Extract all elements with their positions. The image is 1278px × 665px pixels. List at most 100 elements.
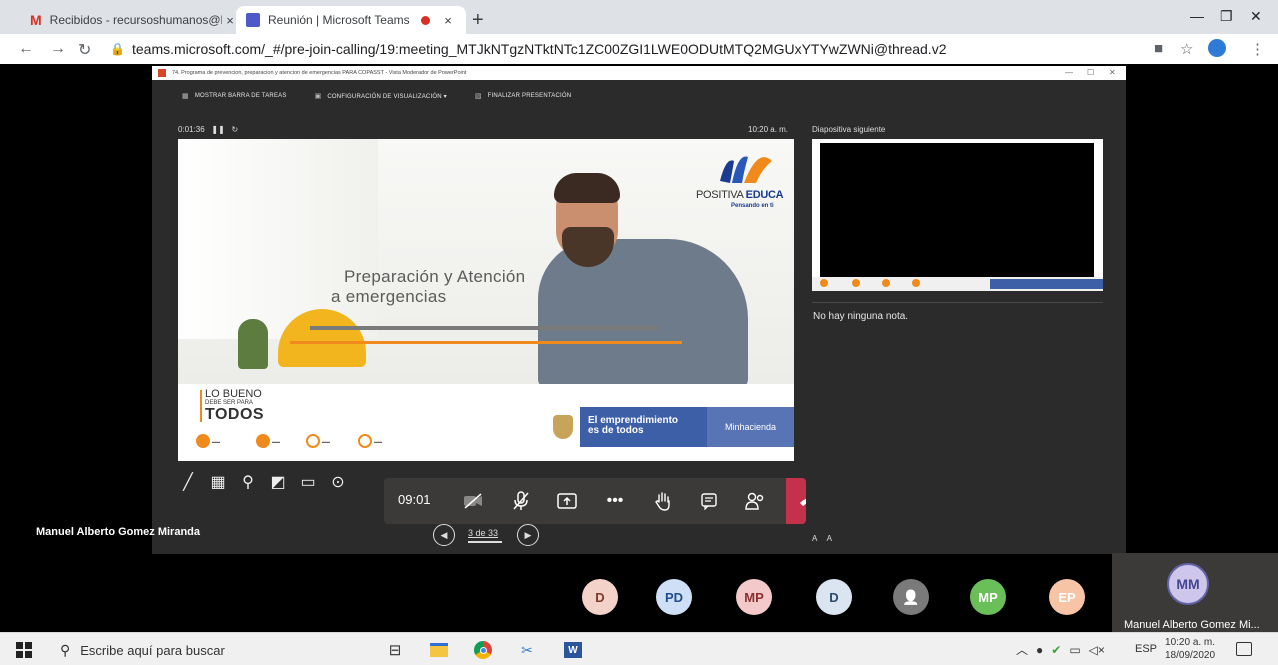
url-bar[interactable]: 🔒 teams.microsoft.com/_#/pre-join-callin… xyxy=(110,37,1110,61)
participant-initials: D xyxy=(595,589,605,605)
shield-tray-icon[interactable]: ✔ xyxy=(1051,643,1061,657)
end-show-label: FINALIZAR PRESENTACIÓN xyxy=(487,93,572,99)
black-screen-icon[interactable]: ◩ xyxy=(268,472,288,492)
chat-icon[interactable] xyxy=(694,486,724,516)
font-size-controls[interactable]: A A xyxy=(812,534,836,543)
tab-gmail[interactable]: M Recibidos - recursoshumanos@h × xyxy=(20,6,248,34)
word-icon[interactable]: W xyxy=(562,639,584,661)
slide-counter[interactable]: 3 de 33 xyxy=(468,528,498,538)
pause-icon[interactable]: ❚❚ xyxy=(211,125,224,134)
tab-teams-title: Reunión | Microsoft Teams xyxy=(268,13,410,27)
next-slide-social-dot xyxy=(820,279,828,287)
next-slide-social-dot xyxy=(882,279,890,287)
participant-avatar[interactable]: 👤 xyxy=(893,579,929,615)
next-slide-icon[interactable]: ▶ xyxy=(517,524,539,546)
file-explorer-icon[interactable] xyxy=(428,639,450,661)
tray-chevron-icon[interactable]: ︿ xyxy=(1016,641,1028,658)
zoom-icon[interactable]: ⚲ xyxy=(238,472,258,492)
next-slide-label: Diapositiva siguiente xyxy=(812,125,886,134)
self-name: Manuel Alberto Gomez Mi... xyxy=(1124,619,1260,631)
subtitles-icon[interactable]: ▭ xyxy=(298,472,318,492)
task-view-icon[interactable]: ⊟ xyxy=(384,639,406,661)
participant-avatar[interactable]: D xyxy=(582,579,618,615)
ministry-label: Minhacienda xyxy=(707,407,794,447)
gov-banner: El emprendimiento es de todos Minhaciend… xyxy=(545,407,794,447)
more-actions-icon[interactable]: ••• xyxy=(600,486,630,516)
presentation-timer: 0:01:36 ❚❚ ↻ xyxy=(178,125,238,134)
participant-avatar[interactable]: MP xyxy=(970,579,1006,615)
ppt-minimize-icon[interactable]: — xyxy=(1065,68,1073,77)
restore-icon[interactable]: ❐ xyxy=(1220,8,1233,25)
camera-icon[interactable]: ■ xyxy=(1154,40,1163,57)
tab-close-icon[interactable]: × xyxy=(440,13,456,28)
taskbar-icon: ▦ xyxy=(182,93,189,100)
ppt-close-icon[interactable]: ✕ xyxy=(1109,68,1116,77)
share-screen-icon[interactable] xyxy=(552,486,582,516)
slide-person-body xyxy=(538,239,748,389)
end-show-button[interactable]: ▧ FINALIZAR PRESENTACIÓN xyxy=(475,92,571,100)
camera-off-icon[interactable] xyxy=(458,486,488,516)
close-window-icon[interactable]: ✕ xyxy=(1250,8,1262,25)
current-slide: Preparación y Atención a emergencias POS… xyxy=(178,139,794,461)
search-icon: ⚲ xyxy=(60,641,71,658)
reset-timer-icon[interactable]: ↻ xyxy=(231,125,238,134)
snipping-tool-icon[interactable]: ✂ xyxy=(516,639,538,661)
windows-start-icon[interactable] xyxy=(16,642,32,658)
display-settings-label: CONFIGURACIÓN DE VISUALIZACIÓN ▾ xyxy=(327,93,447,100)
next-slide-social-dot xyxy=(852,279,860,287)
next-slide-preview[interactable] xyxy=(812,139,1103,291)
notification-center-icon[interactable] xyxy=(1236,642,1252,656)
menu-kebab-icon[interactable]: ⋮ xyxy=(1250,40,1265,58)
reload-icon[interactable]: ↻ xyxy=(78,40,91,60)
pen-icon[interactable]: ╱ xyxy=(178,472,198,492)
taskbar-time: 10:20 a. m. xyxy=(1165,637,1216,648)
ppt-maximize-icon[interactable]: ☐ xyxy=(1087,68,1094,77)
slogan-line1: LO BUENO xyxy=(205,388,262,400)
previous-slide-icon[interactable]: ◀ xyxy=(433,524,455,546)
all-slides-icon[interactable]: ▦ xyxy=(208,472,228,492)
colombia-crest-icon xyxy=(545,407,580,447)
next-slide-redacted-area xyxy=(820,143,1094,277)
youtube-icon: ▬▬ xyxy=(306,434,330,448)
participant-avatar[interactable]: PD xyxy=(656,579,692,615)
slide-plant xyxy=(238,319,268,369)
tab-teams[interactable]: Reunión | Microsoft Teams × xyxy=(236,6,466,34)
ppt-title-bar: 74. Programa de prevencion, preparacion … xyxy=(152,66,1126,80)
participant-avatar[interactable]: EP xyxy=(1049,579,1085,615)
forward-icon[interactable]: → xyxy=(50,40,66,58)
slide-person-hair xyxy=(554,173,620,203)
slide-title-line2: a emergencias xyxy=(331,287,447,306)
input-language[interactable]: ESP xyxy=(1135,643,1157,655)
ppt-window-title: 74. Programa de prevencion, preparacion … xyxy=(172,70,467,76)
mic-tray-icon[interactable]: ● xyxy=(1036,643,1043,657)
more-options-icon[interactable]: ⊙ xyxy=(328,472,348,492)
back-icon[interactable]: ← xyxy=(18,40,34,58)
volume-icon[interactable]: ◁× xyxy=(1089,643,1105,657)
display-icon: ▣ xyxy=(314,93,322,100)
self-avatar: MM xyxy=(1167,563,1209,605)
call-duration: 09:01 xyxy=(398,492,431,507)
mic-muted-icon[interactable] xyxy=(506,486,536,516)
profile-icon[interactable] xyxy=(1208,39,1226,57)
chrome-icon[interactable] xyxy=(472,639,494,661)
network-icon[interactable]: ▭ xyxy=(1069,643,1080,657)
raise-hand-icon[interactable] xyxy=(648,486,678,516)
taskbar-clock[interactable]: 10:20 a. m. 18/09/2020 xyxy=(1165,636,1215,662)
presenter-name: Manuel Alberto Gomez Miranda xyxy=(36,526,201,538)
display-settings-button[interactable]: ▣ CONFIGURACIÓN DE VISUALIZACIÓN ▾ xyxy=(315,92,447,100)
slide-progress-line xyxy=(468,541,502,543)
call-control-bar: 09:01 ••• xyxy=(384,478,806,524)
bookmark-star-icon[interactable]: ☆ xyxy=(1180,40,1193,58)
participant-avatar[interactable]: D xyxy=(816,579,852,615)
taskbar-search[interactable]: ⚲ Escribe aquí para buscar xyxy=(48,637,368,663)
minimize-icon[interactable]: — xyxy=(1190,8,1204,24)
show-taskbar-button[interactable]: ▦ MOSTRAR BARRA DE TAREAS xyxy=(182,92,287,100)
participant-avatar[interactable]: MP xyxy=(736,579,772,615)
slogan-accent xyxy=(200,390,202,422)
hang-up-icon xyxy=(800,498,806,506)
end-show-icon: ▧ xyxy=(474,93,482,100)
hang-up-button[interactable] xyxy=(786,478,806,524)
new-tab-button[interactable]: + xyxy=(472,9,484,32)
participants-icon[interactable] xyxy=(740,486,770,516)
positiva-brand: POSITIVA EDUCA xyxy=(696,189,784,201)
